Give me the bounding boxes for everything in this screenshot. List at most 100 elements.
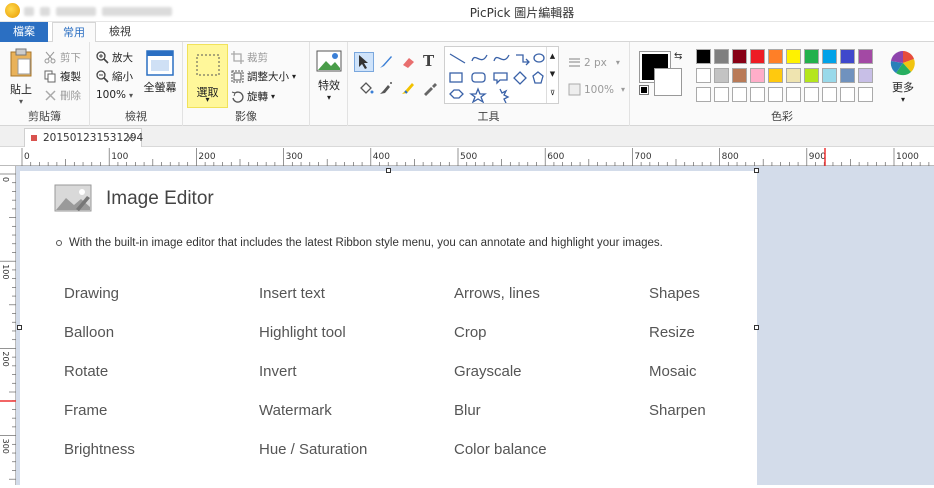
rotate-button[interactable]: 旋轉 ▾ xyxy=(231,89,275,104)
color-picker-icon[interactable] xyxy=(422,80,438,96)
delete-button[interactable]: 刪除 xyxy=(44,88,81,103)
ruler-label: 600 xyxy=(547,152,564,162)
delete-icon xyxy=(45,90,56,101)
color-swatch[interactable] xyxy=(804,68,819,83)
ruler-label: 300 xyxy=(1,439,10,454)
paste-button[interactable]: 貼上 ▾ xyxy=(6,48,36,106)
feature-item: Highlight tool xyxy=(259,324,346,341)
color-swatch[interactable] xyxy=(768,49,783,64)
color-swatch[interactable] xyxy=(696,87,711,102)
color-swatch[interactable] xyxy=(858,49,873,64)
color-swatch[interactable] xyxy=(696,68,711,83)
clipboard-icon xyxy=(10,48,32,77)
chevron-down-icon: ▾ xyxy=(271,92,276,101)
shapes-scroll-up[interactable]: ▲ xyxy=(546,47,558,65)
resize-handle-top-right[interactable] xyxy=(754,168,759,173)
color-swatch[interactable] xyxy=(822,68,837,83)
ruler-label: 200 xyxy=(1,351,10,366)
color-swatch[interactable] xyxy=(714,68,729,83)
image-canvas[interactable]: Image Editor With the built-in image edi… xyxy=(17,168,759,485)
color-swatch[interactable] xyxy=(822,49,837,64)
spray-icon[interactable] xyxy=(378,80,394,96)
close-icon[interactable]: × xyxy=(125,129,135,147)
color-swatch[interactable] xyxy=(768,87,783,102)
tab-view[interactable]: 檢視 xyxy=(100,22,140,43)
ruler-label: 500 xyxy=(460,152,477,162)
color-swatch[interactable] xyxy=(768,68,783,83)
swap-colors-icon[interactable]: ⇆ xyxy=(674,51,682,62)
crop-button[interactable]: 裁剪 xyxy=(231,50,268,65)
color-swatch[interactable] xyxy=(804,49,819,64)
vertical-ruler: 0 100 200 300 xyxy=(0,166,16,485)
text-tool[interactable]: T xyxy=(423,52,434,70)
fullscreen-label: 全螢幕 xyxy=(143,81,177,94)
tools-group-label: 工具 xyxy=(477,110,500,123)
eraser-icon[interactable] xyxy=(400,54,416,70)
shapes-icon xyxy=(449,53,545,104)
view-group: 放大 縮小 100% ▾ 全螢幕 檢視 xyxy=(90,42,183,126)
fill-bucket-icon[interactable] xyxy=(358,80,374,96)
crop-label: 裁剪 xyxy=(247,52,268,64)
feature-item: Invert xyxy=(259,363,297,380)
color-swatch[interactable] xyxy=(786,49,801,64)
select-tool[interactable] xyxy=(354,52,374,72)
color-swatch[interactable] xyxy=(696,49,711,64)
color-swatch[interactable] xyxy=(750,68,765,83)
ruler-label: 0 xyxy=(24,152,30,162)
resize-handle-top-center[interactable] xyxy=(386,168,391,173)
color-swatch[interactable] xyxy=(732,49,747,64)
fullscreen-button[interactable]: 全螢幕 xyxy=(142,50,178,95)
resize-button[interactable]: 調整大小 ▾ xyxy=(231,69,296,84)
zoom-level-dropdown[interactable]: 100% ▾ xyxy=(96,89,133,101)
ruler-label: 0 xyxy=(1,177,10,182)
feature-item: Crop xyxy=(454,324,487,341)
zoom-out-label: 縮小 xyxy=(112,71,133,83)
highlighter-icon[interactable] xyxy=(400,80,416,96)
opacity-dropdown[interactable]: 100% ▾ xyxy=(568,83,625,96)
color-swatch[interactable] xyxy=(858,68,873,83)
feature-item: Balloon xyxy=(64,324,115,341)
shapes-expand[interactable]: ⊽ xyxy=(546,83,558,103)
zoom-out-icon xyxy=(96,70,109,83)
tab-home[interactable]: 常用 xyxy=(52,22,96,43)
shapes-scroll-down[interactable]: ▼ xyxy=(546,65,558,83)
resize-handle-middle-right[interactable] xyxy=(754,325,759,330)
color-swatch[interactable] xyxy=(732,87,747,102)
image-group: 選取 ▾ 裁剪 調整大小 ▾ 旋轉 ▾ 影像 xyxy=(183,42,310,126)
color-swatch[interactable] xyxy=(822,87,837,102)
zoom-out-button[interactable]: 縮小 xyxy=(96,69,133,84)
zoom-in-button[interactable]: 放大 xyxy=(96,50,133,65)
color-swatch[interactable] xyxy=(732,68,747,83)
more-colors-button[interactable]: 更多 ▾ xyxy=(886,50,920,104)
color-swatch[interactable] xyxy=(840,87,855,102)
color-swatch[interactable] xyxy=(750,49,765,64)
ruler-label: 700 xyxy=(634,152,651,162)
color-swatch[interactable] xyxy=(714,49,729,64)
color-swatch[interactable] xyxy=(858,87,873,102)
color-swatch[interactable] xyxy=(750,87,765,102)
drawing-tools: T xyxy=(352,50,438,100)
copy-button[interactable]: 複製 xyxy=(44,69,81,84)
reset-colors-icon[interactable] xyxy=(639,85,649,95)
selection-icon xyxy=(196,54,220,76)
page-title: Image Editor xyxy=(106,188,214,209)
brush-icon[interactable] xyxy=(378,54,394,70)
fullscreen-icon xyxy=(146,50,174,76)
cut-button[interactable]: 剪下 xyxy=(44,50,81,65)
color-swatch[interactable] xyxy=(714,87,729,102)
color-swatch[interactable] xyxy=(786,87,801,102)
paste-label: 貼上 xyxy=(10,83,32,96)
color-swatch[interactable] xyxy=(786,68,801,83)
tab-file[interactable]: 檔案 xyxy=(0,22,48,42)
color-swatch[interactable] xyxy=(804,87,819,102)
select-button[interactable]: 選取 ▾ xyxy=(187,44,228,108)
effects-button[interactable]: 特效 ▾ xyxy=(313,50,345,102)
color-swatch[interactable] xyxy=(840,68,855,83)
color-swatch[interactable] xyxy=(840,49,855,64)
shapes-gallery[interactable]: ▲ ▼ ⊽ xyxy=(444,46,559,104)
secondary-color-swatch[interactable] xyxy=(654,68,682,96)
line-size-dropdown[interactable]: 2 px ▾ xyxy=(568,56,620,69)
resize-handle-middle-left[interactable] xyxy=(17,325,22,330)
canvas-workspace[interactable]: Image Editor With the built-in image edi… xyxy=(16,166,934,485)
document-tab[interactable]: 201501231531294 × xyxy=(24,128,143,147)
